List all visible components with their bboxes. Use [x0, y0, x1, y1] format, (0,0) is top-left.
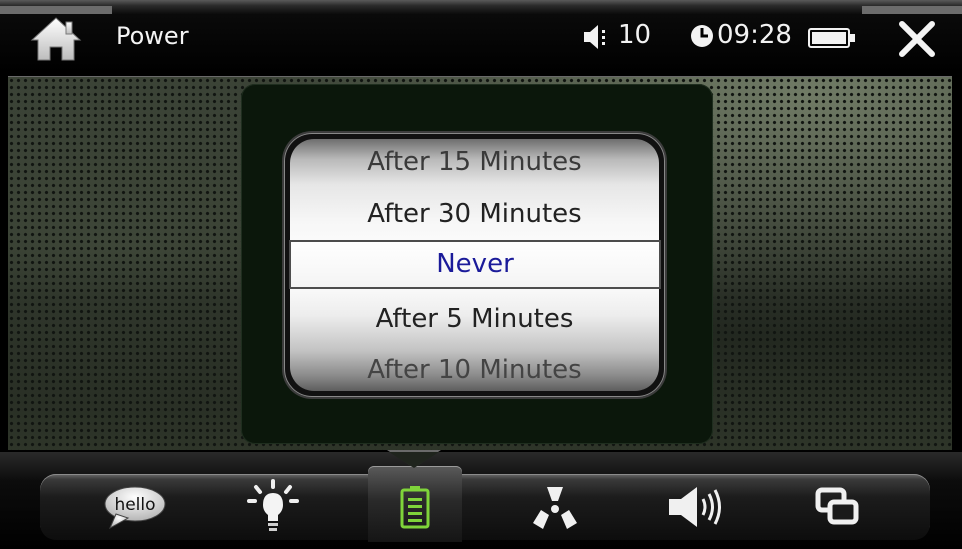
clock-icon — [691, 25, 713, 47]
hello-icon: hello — [104, 486, 166, 530]
close-button[interactable] — [896, 18, 938, 60]
dock-power-button[interactable] — [368, 474, 462, 540]
battery-status-icon — [808, 28, 855, 48]
picker-option[interactable]: After 15 Minutes — [284, 147, 665, 177]
home-icon — [30, 17, 82, 61]
dock-volume-button[interactable] — [650, 474, 744, 540]
volume-level: 10 — [618, 20, 652, 50]
battery-icon — [400, 486, 430, 529]
page-title: Power — [116, 22, 189, 50]
selected-option-label: Never — [436, 249, 514, 279]
clock-time: 09:28 — [717, 20, 792, 50]
dock-hello-button[interactable]: hello — [88, 474, 182, 540]
selected-option[interactable]: Never — [289, 240, 661, 289]
dock-brightness-button[interactable] — [226, 474, 320, 540]
radiation-icon — [533, 487, 577, 529]
home-button[interactable] — [30, 16, 82, 62]
picker-option[interactable]: After 10 Minutes — [284, 355, 665, 385]
picker-option[interactable]: After 5 Minutes — [284, 304, 665, 334]
windows-icon — [815, 487, 859, 525]
speaker-icon — [584, 25, 605, 49]
dock-windows-button[interactable] — [790, 474, 884, 540]
hello-label: hello — [114, 495, 155, 515]
brightness-icon — [247, 479, 299, 531]
picker-option[interactable]: After 30 Minutes — [284, 199, 665, 229]
volume-icon — [669, 487, 721, 527]
close-icon — [899, 21, 935, 57]
active-pointer — [389, 452, 439, 468]
dock-radiation-button[interactable] — [508, 474, 602, 540]
